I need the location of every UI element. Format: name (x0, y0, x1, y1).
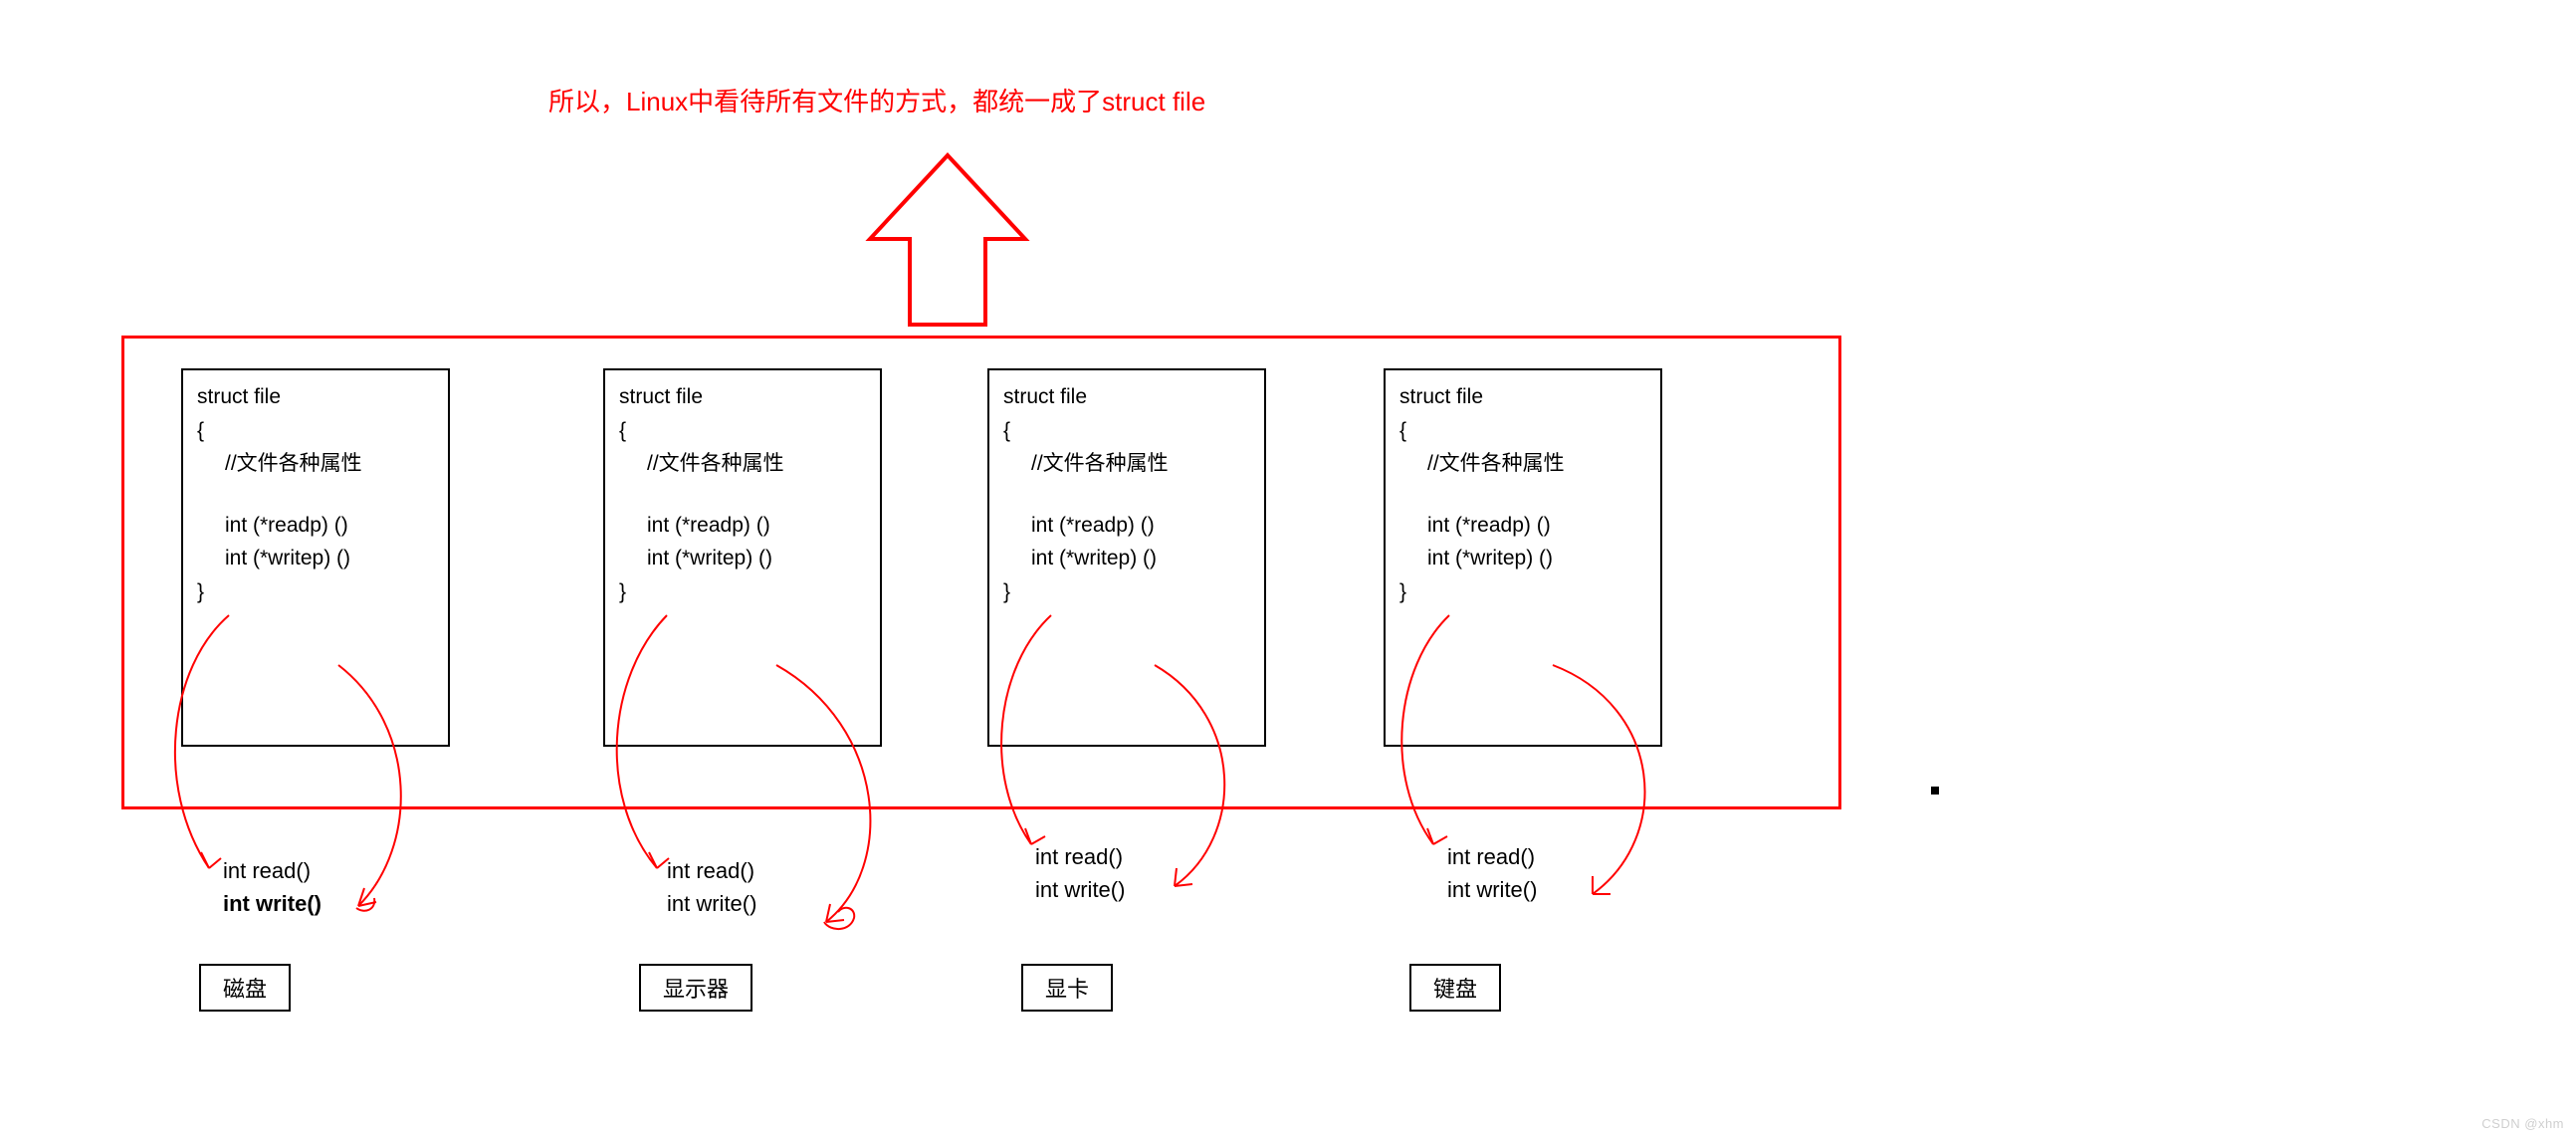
struct-readp: int (*readp) () (619, 509, 866, 543)
struct-close: } (1399, 575, 1646, 609)
struct-open: { (1399, 414, 1646, 448)
struct-close: } (1003, 575, 1250, 609)
struct-open: { (197, 414, 434, 448)
arrow-writep-to-write-disk (299, 657, 458, 936)
fn-write: int write() (1035, 873, 1125, 906)
struct-open: { (619, 414, 866, 448)
arrow-readp-to-read-gpu (971, 607, 1121, 876)
struct-readp: int (*readp) () (1399, 509, 1646, 543)
arrow-writep-to-write-gpu (1115, 657, 1284, 916)
struct-writep: int (*writep) () (197, 542, 434, 575)
struct-writep: int (*writep) () (1003, 542, 1250, 575)
struct-readp: int (*readp) () (197, 509, 434, 543)
arrow-writep-to-write-monitor (737, 657, 936, 956)
device-disk: 磁盘 (199, 964, 291, 1012)
struct-open: { (1003, 414, 1250, 448)
stray-dot (1931, 787, 1939, 795)
struct-head: struct file (1003, 380, 1250, 414)
struct-comment: //文件各种属性 (197, 447, 434, 481)
device-keyboard: 键盘 (1409, 964, 1501, 1012)
struct-writep: int (*writep) () (1399, 542, 1646, 575)
struct-comment: //文件各种属性 (1003, 447, 1250, 481)
struct-close: } (619, 575, 866, 609)
arrow-readp-to-read-keyboard (1370, 607, 1519, 876)
arrow-readp-to-read-disk (149, 607, 289, 896)
arrow-readp-to-read-monitor (587, 607, 737, 896)
struct-close: } (197, 575, 434, 609)
struct-head: struct file (1399, 380, 1646, 414)
arrow-writep-to-write-keyboard (1513, 657, 1712, 926)
struct-head: struct file (197, 380, 434, 414)
diagram-canvas: 所以，Linux中看待所有文件的方式，都统一成了struct file stru… (0, 0, 2576, 1139)
up-arrow-icon (858, 147, 1037, 337)
struct-comment: //文件各种属性 (1399, 447, 1646, 481)
struct-comment: //文件各种属性 (619, 447, 866, 481)
struct-writep: int (*writep) () (619, 542, 866, 575)
diagram-title: 所以，Linux中看待所有文件的方式，都统一成了struct file (548, 82, 1205, 118)
watermark: CSDN @xhm (2481, 1116, 2564, 1131)
device-monitor: 显示器 (639, 964, 752, 1012)
struct-readp: int (*readp) () (1003, 509, 1250, 543)
device-gpu: 显卡 (1021, 964, 1113, 1012)
struct-head: struct file (619, 380, 866, 414)
